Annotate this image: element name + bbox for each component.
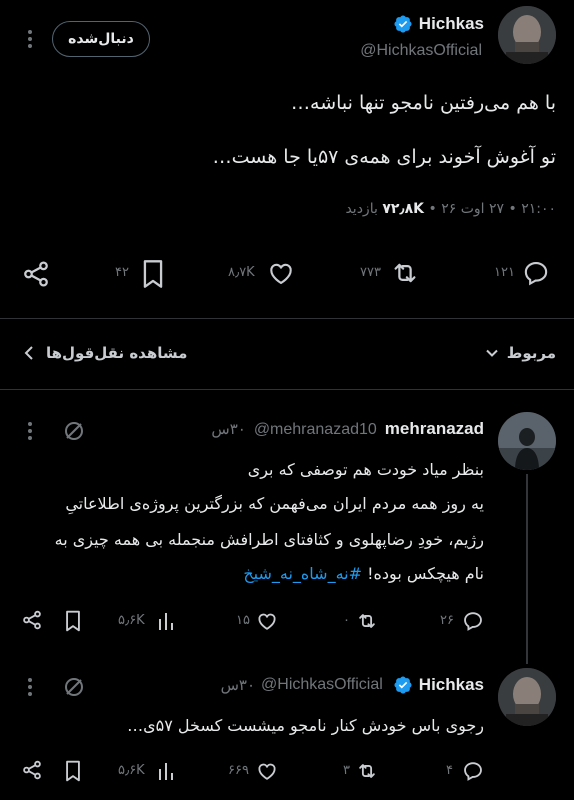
reply-time[interactable]: ۳۰س (211, 420, 245, 438)
bookmark-icon[interactable] (141, 259, 165, 289)
like-icon[interactable] (266, 259, 296, 287)
like-icon[interactable] (256, 610, 278, 632)
like-count: ۶۶۹ (228, 763, 249, 778)
views-count: ۵٫۶K (118, 763, 145, 778)
section-divider (0, 389, 574, 390)
tweet-text-line2: تو آغوش آخوند برای همه‌ی ۵۷یا جا هست… (212, 146, 556, 168)
author-name[interactable]: Hichkas (419, 14, 484, 34)
reply-icon[interactable] (462, 610, 484, 632)
thread-connector-line (526, 474, 528, 664)
chevron-left-icon (22, 344, 36, 362)
chevron-down-icon (483, 344, 501, 362)
share-icon[interactable] (21, 609, 43, 631)
more-options-icon[interactable] (23, 28, 37, 50)
reply-avatar[interactable] (498, 668, 556, 726)
view-quotes-link[interactable]: مشاهده نقل‌قول‌ها (22, 344, 187, 362)
reply-count: ۴ (446, 763, 453, 778)
retweet-icon[interactable] (355, 760, 379, 782)
bookmark-count: ۴۲ (115, 265, 129, 280)
reply-time[interactable]: ۳۰س (221, 676, 255, 694)
reply-header: ۳۰س @HichkasOfficial Hichkas (221, 675, 484, 695)
author-avatar[interactable] (498, 6, 556, 64)
retweet-count: ۳ (343, 763, 350, 778)
view-count: ۷۲٫۸K (382, 201, 425, 217)
reply-count: ۱۲۱ (494, 265, 515, 280)
share-icon[interactable] (21, 259, 51, 289)
author-handle[interactable]: @HichkasOfficial (360, 42, 482, 60)
reply-icon[interactable] (462, 760, 484, 782)
tweet-meta: ۲۱:۰۰ • ۲۷ اوت ۲۶ • ۷۲٫۸K بازدید (345, 201, 556, 217)
analytics-icon[interactable] (156, 610, 176, 632)
views-count: ۵٫۶K (118, 613, 145, 628)
follow-button-label: دنبال‌شده (68, 31, 134, 47)
sort-dropdown-label: مربوط (506, 344, 556, 362)
retweet-icon[interactable] (389, 258, 421, 288)
reply-author-name[interactable]: Hichkas (419, 675, 484, 695)
reply-handle[interactable]: @HichkasOfficial (261, 676, 383, 694)
reply-text-line4-text: نام هیچکس بوده! (367, 564, 484, 583)
analytics-icon[interactable] (156, 760, 176, 782)
reply-count: ۲۶ (440, 613, 454, 628)
retweet-count: ۰ (343, 613, 350, 628)
no-entry-icon[interactable] (62, 675, 86, 699)
reply-text-line1: رجوی باس خودش کنار نامجو میشست کسخل ۵۷ی… (127, 716, 484, 735)
reply-header: ۳۰س @mehranazad10 mehranazad (211, 419, 484, 439)
reply-text-line4: نام هیچکس بوده! #نه_شاه_نه_شیخ (243, 564, 484, 583)
reply-avatar[interactable] (498, 412, 556, 470)
more-options-icon[interactable] (23, 420, 37, 442)
more-options-icon[interactable] (23, 676, 37, 698)
reply-handle[interactable]: @mehranazad10 (254, 421, 377, 439)
reply-text-line2: یه روز همه مردم ایران می‌فهمن که بزرگتری… (65, 494, 484, 513)
like-count: ۱۵ (236, 613, 250, 628)
follow-button[interactable]: دنبال‌شده (52, 21, 150, 57)
share-icon[interactable] (21, 759, 43, 781)
author-name-row: Hichkas (393, 14, 484, 34)
reply-text-line1: بنظر میاد خودت هم توصفی که بری (247, 460, 484, 479)
no-entry-icon[interactable] (62, 419, 86, 443)
like-icon[interactable] (256, 760, 278, 782)
view-quotes-label: مشاهده نقل‌قول‌ها (46, 344, 188, 362)
section-divider (0, 318, 574, 319)
hashtag-link[interactable]: #نه_شاه_نه_شیخ (243, 564, 362, 583)
reply-text-line3: رژیم، خودِ رضاپهلوی و کثافتای اطرافش منج… (54, 530, 484, 549)
like-count: ۸٫۷K (228, 265, 255, 280)
view-count-label: بازدید (345, 201, 378, 217)
bookmark-icon[interactable] (64, 610, 82, 632)
bookmark-icon[interactable] (64, 760, 82, 782)
verified-badge-icon (393, 14, 413, 34)
retweet-count: ۷۷۳ (360, 265, 381, 280)
reply-icon[interactable] (522, 259, 550, 287)
tweet-timestamp[interactable]: ۲۱:۰۰ • ۲۷ اوت ۲۶ • (428, 201, 556, 217)
reply-author-name[interactable]: mehranazad (385, 419, 484, 439)
tweet-text-line1: با هم می‌رفتین نامجو تنها نباشه… (291, 92, 556, 114)
sort-dropdown[interactable]: مربوط (483, 344, 556, 362)
retweet-icon[interactable] (355, 610, 379, 632)
verified-badge-icon (393, 675, 413, 695)
